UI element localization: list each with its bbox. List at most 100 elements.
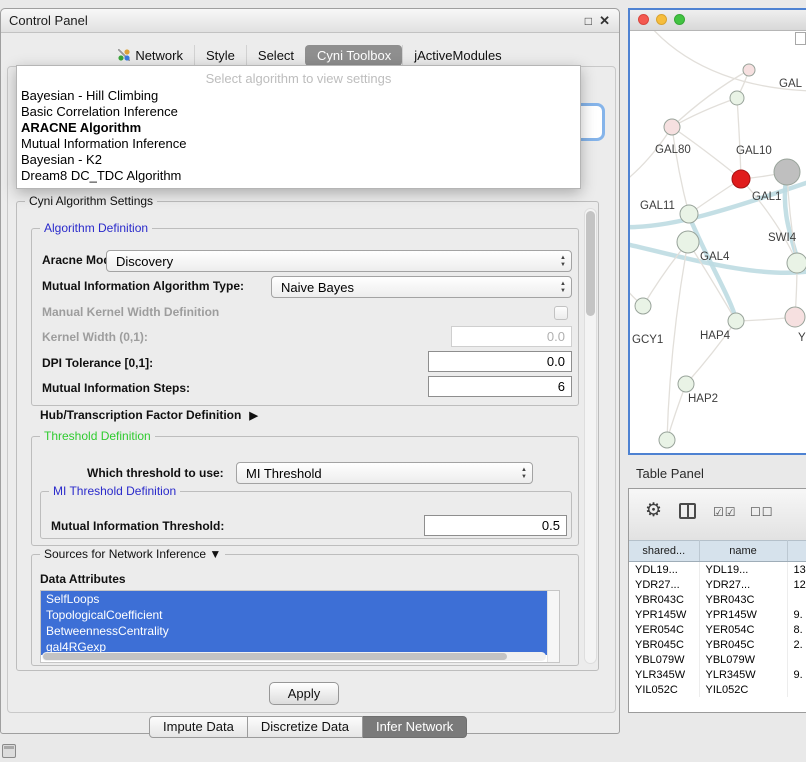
table-cell [787, 682, 806, 697]
which-threshold-label: Which threshold to use: [87, 466, 224, 480]
bottom-tab-infer-network[interactable]: Infer Network [363, 716, 467, 738]
select-all-columns-icon[interactable]: ☑☑ [713, 505, 737, 519]
mi-threshold-definition-group: MI Threshold Definition Mutual Informati… [40, 491, 572, 539]
manual-kernel-checkbox[interactable] [554, 306, 568, 320]
table-row[interactable]: YBL079WYBL079W [629, 652, 806, 667]
deselect-all-columns-icon[interactable]: ☐☐ [750, 505, 774, 519]
node-label: GAL10 [736, 145, 772, 157]
network-node[interactable] [635, 298, 651, 314]
algorithm-option[interactable]: ARACNE Algorithm [17, 120, 580, 136]
table-row[interactable]: YLR345WYLR345W9. [629, 667, 806, 682]
network-node[interactable] [732, 170, 750, 188]
algorithm-option[interactable]: Mutual Information Inference [17, 136, 580, 152]
algorithm-option[interactable]: Basic Correlation Inference [17, 104, 580, 120]
scrollbar-thumb[interactable] [586, 211, 595, 316]
network-node[interactable] [785, 307, 805, 327]
network-node[interactable] [678, 376, 694, 392]
settings-group-title: Cyni Algorithm Settings [25, 194, 157, 208]
attribute-list-vscrollbar[interactable] [547, 591, 559, 662]
column-header[interactable] [787, 541, 806, 562]
mi-threshold-input[interactable]: 0.5 [424, 515, 567, 536]
algorithm-option[interactable]: Bayesian - Hill Climbing [17, 88, 580, 104]
network-node[interactable] [787, 253, 806, 273]
network-node[interactable] [730, 91, 744, 105]
column-header[interactable]: name [699, 541, 787, 562]
columns-icon[interactable] [679, 503, 696, 519]
float-panel-icon[interactable]: □ [585, 9, 592, 33]
tab-select[interactable]: Select [246, 45, 305, 66]
table-header-row: shared...name [629, 541, 806, 562]
aracne-mode-select[interactable]: Discovery ▲▼ [106, 250, 572, 272]
table-cell: YBR045C [629, 637, 699, 652]
table-row[interactable]: YIL052CYIL052C [629, 682, 806, 697]
which-threshold-select[interactable]: MI Threshold ▲▼ [236, 462, 533, 484]
network-node[interactable] [728, 313, 744, 329]
settings-scrollbar[interactable] [584, 208, 597, 664]
maximize-window-icon[interactable] [674, 14, 685, 25]
tab-label: Style [206, 48, 235, 63]
table-cell: YIL052C [629, 682, 699, 697]
popup-placeholder: Select algorithm to view settings [17, 69, 580, 88]
control-panel-titlebar[interactable]: Control Panel □ ✕ [1, 9, 619, 33]
kernel-width-input[interactable]: 0.0 [451, 326, 572, 347]
apply-button[interactable]: Apply [269, 682, 339, 705]
sources-title: Sources for Network Inference ▼ [40, 547, 225, 561]
tab-style[interactable]: Style [194, 45, 246, 66]
table-row[interactable]: YPR145WYPR145W9. [629, 607, 806, 622]
bottom-tab-impute-data[interactable]: Impute Data [149, 716, 248, 738]
attribute-list-hscrollbar[interactable] [42, 652, 546, 661]
close-panel-icon[interactable]: ✕ [599, 9, 610, 33]
mi-type-select[interactable]: Naive Bayes ▲▼ [271, 276, 572, 298]
table-row[interactable]: YDR27...YDR27...12 [629, 577, 806, 592]
network-node[interactable] [664, 119, 680, 135]
node-label: Y [798, 332, 806, 344]
bottom-tab-discretize-data[interactable]: Discretize Data [248, 716, 363, 738]
combo-value: MI Threshold [246, 466, 322, 481]
minimized-panel-icon[interactable] [2, 744, 16, 758]
hub-section-label: Hub/Transcription Factor Definition [40, 408, 241, 422]
network-node[interactable] [774, 159, 800, 185]
table-cell: 2. [787, 637, 806, 652]
tab-jactivemodules[interactable]: jActiveModules [402, 45, 512, 66]
tab-cyni-toolbox[interactable]: Cyni Toolbox [305, 45, 402, 66]
network-canvas[interactable]: GALGAL80GAL10GAL11GAL1SWI4GAL4GCY1HAP4HA… [630, 31, 806, 453]
tab-label: jActiveModules [414, 48, 501, 63]
network-node[interactable] [659, 432, 675, 448]
mi-steps-input[interactable]: 6 [428, 376, 572, 397]
network-node[interactable] [677, 231, 699, 253]
table-cell: 12 [787, 577, 806, 592]
table-cell: YLR345W [629, 667, 699, 682]
table-row[interactable]: YBR045CYBR045C2. [629, 637, 806, 652]
close-window-icon[interactable] [638, 14, 649, 25]
attribute-item[interactable]: TopologicalCoefficient [41, 607, 548, 623]
table-panel-title: Table Panel [636, 466, 704, 481]
scrollbar-thumb[interactable] [43, 653, 507, 660]
table-cell: YBR045C [699, 637, 787, 652]
expanded-arrow-icon[interactable]: ▼ [209, 547, 221, 561]
table-cell: YBL079W [699, 652, 787, 667]
attribute-item[interactable]: SelfLoops [41, 591, 548, 607]
network-labels: GALGAL80GAL10GAL11GAL1SWI4GAL4GCY1HAP4HA… [632, 78, 806, 405]
table-row[interactable]: YER054CYER054C8. [629, 622, 806, 637]
column-header[interactable]: shared... [629, 541, 699, 562]
minimize-window-icon[interactable] [656, 14, 667, 25]
dpi-tolerance-input[interactable]: 0.0 [428, 351, 572, 372]
attribute-item[interactable]: BetweennessCentrality [41, 623, 548, 639]
network-node[interactable] [680, 205, 698, 223]
mi-threshold-definition-title: MI Threshold Definition [49, 484, 180, 498]
network-node[interactable] [743, 64, 755, 76]
tab-network[interactable]: Network [107, 45, 194, 66]
node-table: shared...name YDL19...YDL19...13YDR27...… [629, 540, 806, 697]
hub-section-toggle[interactable]: Hub/Transcription Factor Definition ▶ [40, 408, 258, 422]
algorithm-option[interactable]: Dream8 DC_TDC Algorithm [17, 168, 580, 184]
table-panel-window: ⚙ ☑☑ ☐☐ shared...name YDL19...YDL19...13… [628, 488, 806, 713]
table-row[interactable]: YDL19...YDL19...13 [629, 562, 806, 578]
table-cell [787, 592, 806, 607]
gear-icon[interactable]: ⚙ [645, 499, 662, 522]
field-value: 0.5 [542, 518, 560, 533]
network-window-titlebar[interactable] [630, 10, 806, 31]
algorithm-option[interactable]: Bayesian - K2 [17, 152, 580, 168]
table-row[interactable]: YBR043CYBR043C [629, 592, 806, 607]
collapsed-arrow-icon: ▶ [249, 409, 257, 422]
table-cell [787, 652, 806, 667]
